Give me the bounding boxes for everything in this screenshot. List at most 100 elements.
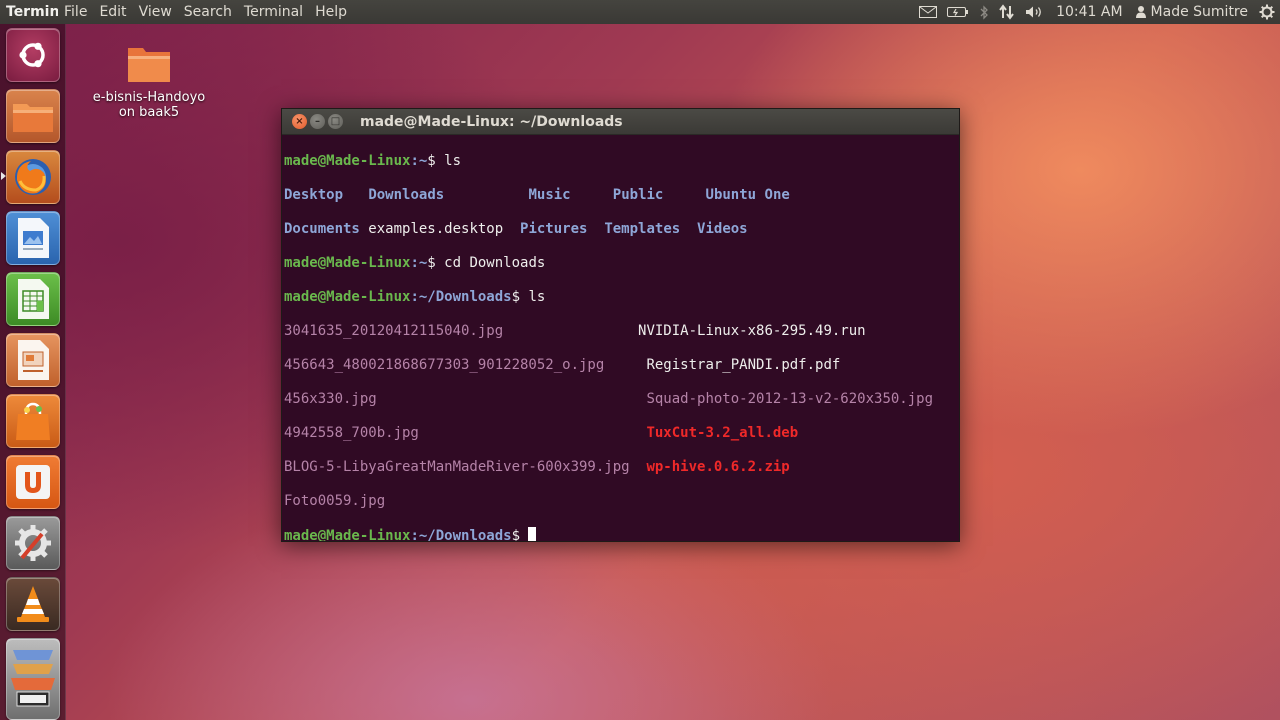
launcher-impress[interactable] bbox=[6, 333, 60, 387]
terminal-line-dl-3: 456x330.jpg Squad-photo-2012-13-v2-620x3… bbox=[284, 391, 957, 408]
launcher-software-center[interactable] bbox=[6, 394, 60, 448]
dir-entry: Documents bbox=[284, 221, 360, 237]
volume-icon[interactable] bbox=[1020, 0, 1050, 24]
launcher-vlc[interactable] bbox=[6, 577, 60, 631]
prompt-user: made@Made-Linux bbox=[284, 289, 411, 305]
image-file-entry: 456x330.jpg bbox=[284, 391, 377, 407]
terminal-titlebar[interactable]: × – □ made@Made-Linux: ~/Downloads bbox=[282, 109, 959, 135]
desktop-folder-item[interactable]: e-bisnis-Handoyo on baak5 bbox=[90, 44, 208, 120]
launcher-files[interactable] bbox=[6, 89, 60, 143]
settings-icon bbox=[15, 525, 51, 561]
menu-terminal[interactable]: Terminal bbox=[238, 4, 309, 20]
terminal-line-dl-5: BLOG-5-LibyaGreatManMadeRiver-600x399.jp… bbox=[284, 459, 957, 476]
user-icon bbox=[1135, 6, 1146, 18]
launcher-firefox[interactable] bbox=[6, 150, 60, 204]
image-file-entry: BLOG-5-LibyaGreatManMadeRiver-600x399.jp… bbox=[284, 459, 630, 475]
menu-help[interactable]: Help bbox=[309, 4, 353, 20]
terminal-line-dl-6: Foto0059.jpg bbox=[284, 493, 957, 510]
image-file-entry: Squad-photo-2012-13-v2-620x350.jpg bbox=[646, 391, 934, 407]
prompt-path: :~/Downloads bbox=[410, 528, 512, 541]
image-file-entry: Foto0059.jpg bbox=[284, 493, 386, 509]
terminal-line-home-2: Documents examples.desktop Pictures Temp… bbox=[284, 221, 957, 238]
terminal-line-prompt-current: made@Made-Linux:~/Downloads$ bbox=[284, 527, 957, 541]
text-cursor bbox=[528, 527, 537, 541]
menu-file[interactable]: File bbox=[58, 4, 93, 20]
terminal-window[interactable]: × – □ made@Made-Linux: ~/Downloads made@… bbox=[281, 108, 960, 542]
prompt-path: :~ bbox=[410, 255, 428, 271]
shopping-bag-icon bbox=[16, 402, 50, 440]
image-file-entry: 456643_480021868677303_901228052_o.jpg bbox=[284, 357, 605, 373]
desktop-folder-label-line1: e-bisnis-Handoyo bbox=[92, 90, 206, 105]
menu-edit[interactable]: Edit bbox=[93, 4, 132, 20]
clock[interactable]: 10:41 AM bbox=[1050, 0, 1128, 24]
prompt-path: :~/Downloads bbox=[410, 289, 512, 305]
launcher-more-apps[interactable] bbox=[6, 638, 60, 720]
dir-entry: Desktop bbox=[284, 187, 344, 203]
dir-entry: Templates bbox=[604, 221, 681, 237]
close-button[interactable]: × bbox=[292, 114, 307, 129]
ubuntu-logo-icon bbox=[19, 42, 45, 68]
launcher bbox=[0, 24, 66, 720]
firefox-icon bbox=[15, 159, 51, 195]
mail-icon[interactable] bbox=[914, 0, 942, 24]
indicator-area: 10:41 AM Made Sumitre bbox=[914, 0, 1280, 24]
bluetooth-icon[interactable] bbox=[974, 0, 994, 24]
dir-entry: Music bbox=[528, 187, 571, 203]
dir-entry: Public bbox=[612, 187, 664, 203]
dir-entry: Downloads bbox=[368, 187, 445, 203]
archive-file-entry: wp-hive.0.6.2.zip bbox=[646, 459, 790, 475]
app-title: Terminal bbox=[6, 4, 58, 20]
prompt-dollar: $ bbox=[427, 153, 445, 169]
user-name: Made Sumitre bbox=[1150, 4, 1248, 20]
ubuntu-one-icon bbox=[16, 465, 50, 499]
dir-entry: Videos bbox=[697, 221, 748, 237]
image-file-entry: 3041635_20120412115040.jpg bbox=[284, 323, 504, 339]
vlc-cone-icon bbox=[17, 586, 49, 622]
dir-entry: Ubuntu One bbox=[705, 187, 790, 203]
terminal-line-prompt-3: made@Made-Linux:~/Downloads$ ls bbox=[284, 289, 957, 306]
prompt-dollar: $ bbox=[427, 255, 445, 271]
menu-view[interactable]: View bbox=[133, 4, 178, 20]
launcher-system-settings[interactable] bbox=[6, 516, 60, 570]
terminal-line-home-1: Desktop Downloads Music Public Ubuntu On… bbox=[284, 187, 957, 204]
maximize-button[interactable]: □ bbox=[328, 114, 343, 129]
network-icon[interactable] bbox=[994, 0, 1020, 24]
minimize-button[interactable]: – bbox=[310, 114, 325, 129]
terminal-line-dl-2: 456643_480021868677303_901228052_o.jpg R… bbox=[284, 357, 957, 374]
folder-icon bbox=[128, 48, 170, 82]
terminal-line-dl-4: 4942558_700b.jpg TuxCut-3.2_all.deb bbox=[284, 425, 957, 442]
launcher-writer[interactable] bbox=[6, 211, 60, 265]
menu-search[interactable]: Search bbox=[178, 4, 238, 20]
command-text: ls bbox=[528, 289, 546, 305]
desktop-folder-label-line2: on baak5 bbox=[118, 105, 180, 120]
document-icon bbox=[18, 218, 49, 258]
user-menu[interactable]: Made Sumitre bbox=[1129, 0, 1254, 24]
terminal-line-prompt-2: made@Made-Linux:~$ cd Downloads bbox=[284, 255, 957, 272]
dir-entry: Pictures bbox=[520, 221, 588, 237]
command-text: ls bbox=[444, 153, 462, 169]
prompt-user: made@Made-Linux bbox=[284, 255, 411, 271]
image-file-entry: 4942558_700b.jpg bbox=[284, 425, 419, 441]
prompt-path: :~ bbox=[410, 153, 428, 169]
command-text: cd Downloads bbox=[444, 255, 546, 271]
launcher-calc[interactable] bbox=[6, 272, 60, 326]
window-title: made@Made-Linux: ~/Downloads bbox=[360, 113, 623, 130]
prompt-dollar: $ bbox=[511, 528, 529, 541]
launcher-dash-home[interactable] bbox=[6, 28, 60, 82]
file-entry: examples.desktop bbox=[368, 221, 504, 237]
folder-icon bbox=[13, 104, 53, 132]
file-entry: Registrar_PANDI.pdf.pdf bbox=[646, 357, 841, 373]
terminal-output[interactable]: made@Made-Linux:~$ ls Desktop Downloads … bbox=[282, 135, 959, 541]
menu-bar: File Edit View Search Terminal Help bbox=[58, 4, 353, 20]
file-entry: NVIDIA-Linux-x86-295.49.run bbox=[638, 323, 866, 339]
prompt-user: made@Made-Linux bbox=[284, 153, 411, 169]
launcher-ubuntu-one[interactable] bbox=[6, 455, 60, 509]
terminal-line-prompt-1: made@Made-Linux:~$ ls bbox=[284, 153, 957, 170]
battery-icon[interactable] bbox=[942, 0, 974, 24]
gear-icon[interactable] bbox=[1254, 0, 1280, 24]
app-stack-icon bbox=[11, 650, 55, 707]
prompt-dollar: $ bbox=[511, 289, 529, 305]
prompt-user: made@Made-Linux bbox=[284, 528, 411, 541]
spreadsheet-icon bbox=[18, 279, 49, 319]
archive-file-entry: TuxCut-3.2_all.deb bbox=[646, 425, 799, 441]
